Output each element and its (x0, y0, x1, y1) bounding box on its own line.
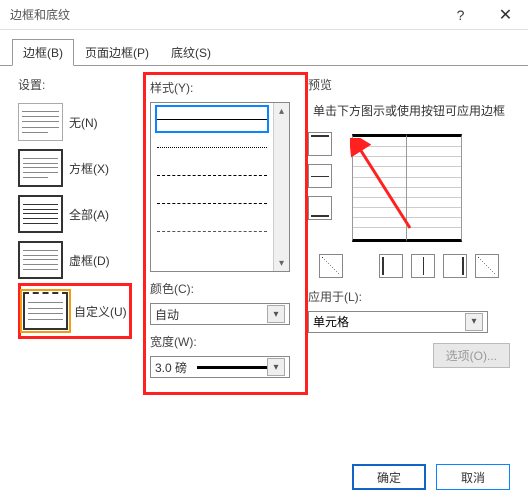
style-option-solid[interactable] (157, 107, 267, 131)
title-bar: 边框和底纹 ? ✕ (0, 0, 528, 30)
border-left-button[interactable] (379, 254, 403, 278)
style-option-dashed[interactable] (157, 191, 267, 215)
style-listbox[interactable]: ▴▾ (150, 102, 290, 272)
tab-shading[interactable]: 底纹(S) (160, 39, 222, 66)
tab-page-borders[interactable]: 页面边框(P) (74, 39, 160, 66)
border-diag2-button[interactable] (475, 254, 499, 278)
help-button[interactable]: ? (438, 0, 483, 30)
setting-label-box: 方框(X) (69, 160, 109, 177)
cancel-button[interactable]: 取消 (436, 464, 510, 490)
settings-label: 设置: (18, 76, 143, 93)
dropdown-caret-icon: ▾ (465, 313, 483, 331)
color-value: 自动 (155, 306, 267, 323)
tab-borders[interactable]: 边框(B) (12, 39, 74, 66)
dropdown-caret-icon: ▾ (267, 305, 285, 323)
apply-label: 应用于(L): (308, 288, 510, 305)
style-option-dashdot[interactable] (157, 219, 267, 243)
ok-button[interactable]: 确定 (352, 464, 426, 490)
preview-hint: 单击下方图示或使用按钮可应用边框 (308, 99, 510, 128)
setting-label-grid: 虚框(D) (69, 252, 110, 269)
setting-label-none: 无(N) (69, 114, 98, 131)
apply-dropdown[interactable]: 单元格 ▾ (308, 311, 488, 333)
dialog-title: 边框和底纹 (10, 6, 438, 23)
border-diag-button[interactable] (319, 254, 343, 278)
preview-box[interactable] (342, 128, 472, 248)
setting-icon-all[interactable] (18, 195, 63, 233)
tab-row: 边框(B) 页面边框(P) 底纹(S) (0, 30, 528, 66)
setting-icon-none[interactable] (18, 103, 63, 141)
setting-label-all: 全部(A) (69, 206, 109, 223)
apply-value: 单元格 (313, 313, 465, 330)
color-dropdown[interactable]: 自动 ▾ (150, 303, 290, 325)
setting-icon-custom[interactable] (23, 292, 68, 330)
setting-label-custom: 自定义(U) (74, 303, 127, 320)
style-label: 样式(Y): (150, 79, 301, 96)
width-value: 3.0 磅 (155, 359, 267, 376)
style-option-dashed-fine[interactable] (157, 163, 267, 187)
preview-label: 预览 (308, 76, 510, 93)
setting-icon-box[interactable] (18, 149, 63, 187)
border-right-button[interactable] (443, 254, 467, 278)
dropdown-caret-icon: ▾ (267, 358, 285, 376)
options-button[interactable]: 选项(O)... (433, 343, 510, 368)
width-dropdown[interactable]: 3.0 磅 ▾ (150, 356, 290, 378)
border-mid-v-button[interactable] (411, 254, 435, 278)
style-scrollbar[interactable]: ▴▾ (273, 103, 289, 271)
style-option-dotted[interactable] (157, 135, 267, 159)
border-bottom-button[interactable] (308, 196, 332, 220)
width-label: 宽度(W): (150, 333, 301, 350)
setting-icon-grid[interactable] (18, 241, 63, 279)
border-top-button[interactable] (308, 132, 332, 156)
border-mid-h-button[interactable] (308, 164, 332, 188)
color-label: 颜色(C): (150, 280, 301, 297)
close-button[interactable]: ✕ (483, 0, 528, 30)
